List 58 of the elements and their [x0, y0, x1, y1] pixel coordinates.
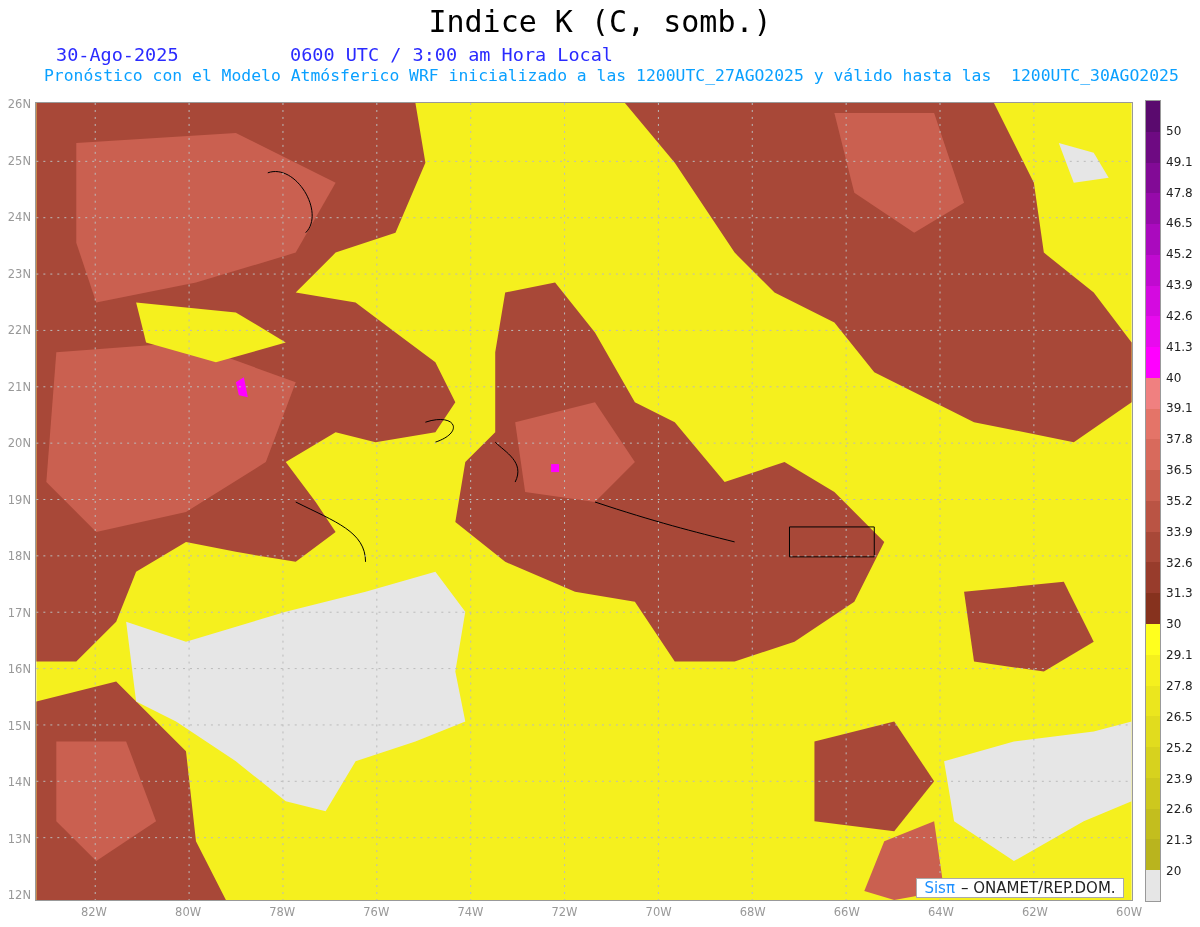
colorbar-label: 31.3 — [1166, 586, 1193, 601]
colorbar-label: 46.5 — [1166, 216, 1193, 231]
colorbar-label: 50 — [1166, 123, 1182, 138]
longitude-label: 64W — [926, 905, 955, 919]
colorbar-label: 20 — [1166, 864, 1182, 879]
latitude-label: 13N — [6, 831, 31, 846]
colorbar-label: 35.2 — [1166, 493, 1193, 508]
latitude-label: 26N — [6, 97, 31, 111]
colorbar-label: 30 — [1166, 617, 1182, 632]
latitude-label: 22N — [6, 323, 31, 337]
colorbar-label: 41.3 — [1166, 339, 1193, 354]
colorbar-label: 43.9 — [1166, 278, 1193, 293]
latitude-label: 17N — [6, 605, 31, 620]
colorbar-label: 33.9 — [1166, 524, 1193, 539]
chart-title: Indice K (C, somb.) — [428, 3, 772, 41]
longitude-label: 82W — [80, 905, 108, 919]
colorbar-label: 39.1 — [1166, 401, 1193, 416]
colorbar-label: 32.6 — [1166, 555, 1193, 570]
colorbar-label: 21.3 — [1166, 833, 1193, 848]
longitude-label: 66W — [832, 905, 861, 919]
longitude-label: 68W — [738, 905, 767, 919]
longitude-label: 60W — [1115, 905, 1144, 919]
latitude-label: 15N — [6, 718, 31, 733]
colorbar-label: 29.1 — [1166, 648, 1193, 663]
latitude-label: 12N — [6, 888, 31, 902]
latitude-label: 20N — [6, 436, 31, 450]
brand-logo: Sisπ — [924, 877, 955, 899]
colorbar-label: 49.1 — [1166, 154, 1193, 169]
colorbar-label: 22.6 — [1166, 802, 1193, 817]
date-label: 30-Ago-2025 — [56, 44, 179, 66]
longitude-label: 80W — [174, 905, 203, 919]
colorbar-label: 36.5 — [1166, 463, 1193, 478]
longitude-label: 78W — [268, 905, 297, 919]
colorbar-label: 40 — [1166, 370, 1182, 385]
credit-text: – ONAMET/REP.DOM. — [960, 877, 1116, 899]
longitude-label: 72W — [550, 905, 579, 919]
colorbar-label: 37.8 — [1166, 432, 1193, 447]
latitude-label: 14N — [6, 775, 31, 789]
longitude-label: 74W — [456, 905, 485, 919]
latitude-label: 25N — [6, 153, 31, 168]
colorbar-label: 47.8 — [1166, 185, 1193, 200]
colorbar-label: 25.2 — [1166, 740, 1193, 755]
longitude-label: 76W — [362, 905, 391, 919]
colorbar-label: 45.2 — [1166, 247, 1193, 262]
latitude-label: 24N — [6, 210, 31, 224]
forecast-subtitle: Pronóstico con el Modelo Atmósferico WRF inicializado a las 1200UTC_27AGO2025 y válido hasta las 1200UTC_30AGO2025 — [44, 66, 1179, 86]
longitude-label: 62W — [1021, 905, 1049, 919]
time-label: 0600 UTC / 3:00 am Hora Local — [290, 44, 613, 66]
latitude-label: 19N — [6, 492, 31, 507]
colorbar-label: 42.6 — [1166, 308, 1193, 323]
longitude-label: 70W — [644, 905, 673, 919]
colorbar-label: 26.5 — [1166, 709, 1193, 724]
latitude-label: 23N — [6, 266, 31, 281]
latitude-label: 16N — [6, 662, 31, 676]
colorbar-label: 27.8 — [1166, 679, 1193, 693]
latitude-label: 18N — [6, 549, 31, 563]
latitude-label: 21N — [6, 379, 31, 394]
colorbar-label: 23.9 — [1166, 771, 1193, 786]
